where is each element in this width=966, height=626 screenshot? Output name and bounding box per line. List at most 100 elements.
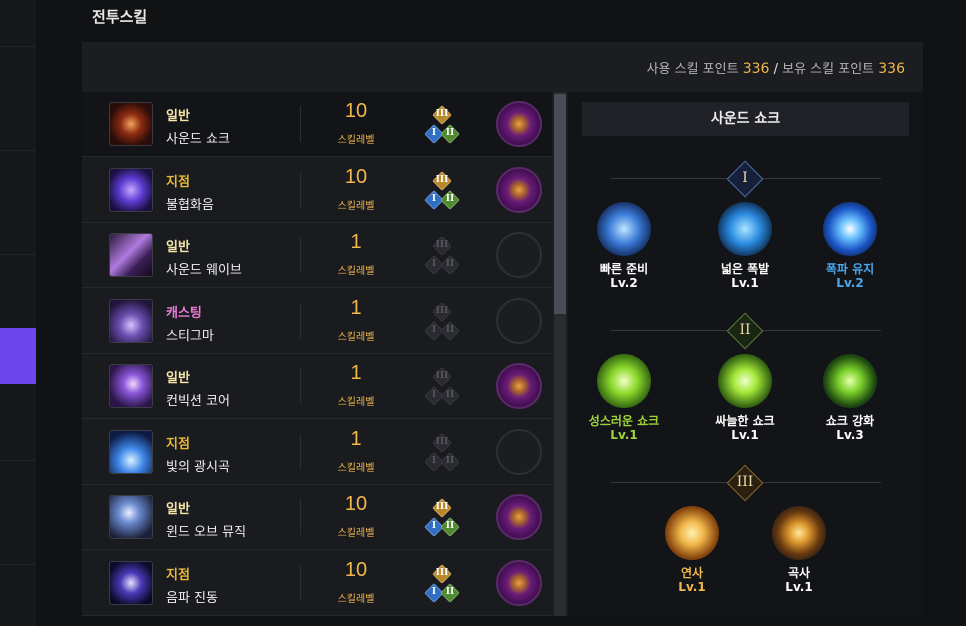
skill-list: 일반 사운드 쇼크 10 스킬레벨 III I II 지점 불협화음 10 스킬레벨 III I II 일반… [82, 92, 552, 616]
tripod-indicator[interactable]: III I II [424, 498, 460, 539]
tripod-indicator[interactable]: III I II [424, 563, 460, 605]
tripod-top-numeral: III [435, 240, 449, 250]
tripod-option-level: Lv.3 [836, 428, 864, 442]
tripod-right-numeral: II [445, 390, 455, 400]
nav-divider [0, 564, 36, 565]
rune-slot-filled[interactable] [496, 166, 542, 213]
skill-level-label: 스킬레벨 [337, 593, 375, 605]
tripod-option[interactable]: 곡사 Lv.1 [744, 506, 854, 618]
skill-type-label: 지점 [166, 567, 190, 583]
skill-panel: 사용 스킬 포인트 336 / 보유 스킬 포인트 336 일반 사운드 쇼크 10… [82, 42, 923, 616]
tripod-option-level: Lv.1 [731, 276, 759, 290]
rune-slot-empty[interactable] [496, 428, 542, 475]
tripod-indicator[interactable]: III I II [424, 367, 460, 408]
skill-level-label: 스킬레벨 [337, 331, 375, 343]
skill-row[interactable]: 지점 빛의 광시곡 1 스킬레벨 III I II [82, 419, 552, 485]
nav-active-item[interactable] [0, 328, 36, 384]
row-divider [300, 171, 301, 208]
skill-row[interactable]: 캐스팅 스티그마 1 스킬레벨 III I II [82, 288, 552, 354]
skill-level-value: 1 [350, 362, 362, 384]
points-separator: / [773, 62, 778, 77]
tripod-option[interactable]: 쇼크 강화 Lv.3 [795, 354, 905, 466]
tripod-indicator[interactable]: III I II [424, 236, 460, 277]
skill-name: 윈드 오브 뮤직 [166, 525, 247, 540]
tripod-option-name: 넓은 폭발 [720, 262, 770, 276]
used-points-label: 사용 스킬 포인트 [646, 62, 739, 77]
rune-slot-filled[interactable] [496, 363, 542, 409]
rune-slot-empty[interactable] [496, 232, 542, 278]
skill-name: 빛의 광시곡 [166, 459, 230, 475]
tripod-indicator[interactable]: III I II [424, 432, 460, 474]
nav-divider [0, 254, 36, 255]
snowflake-icon [718, 354, 772, 408]
nav-divider [0, 46, 36, 47]
holy-sun-icon [597, 354, 651, 408]
blue-burst-icon [823, 202, 877, 256]
skill-name: 스티그마 [166, 328, 214, 344]
skill-name: 음파 진동 [166, 590, 218, 606]
row-divider [300, 564, 301, 601]
skill-level-label: 스킬레벨 [337, 528, 375, 539]
skill-level-value: 1 [350, 427, 362, 450]
scrollbar-thumb[interactable] [554, 94, 566, 314]
tripod-top-numeral: III [435, 436, 449, 447]
skill-row[interactable]: 일반 사운드 쇼크 10 스킬레벨 III I II [82, 92, 552, 157]
skill-level-label: 스킬레벨 [337, 266, 375, 277]
skill-icon [109, 167, 153, 212]
rune-slot-empty[interactable] [496, 297, 542, 344]
tripod-option[interactable]: 성스러운 쇼크 Lv.1 [569, 354, 679, 466]
tripod-left-numeral: I [431, 455, 437, 466]
skill-icon [109, 364, 153, 408]
tripod-option[interactable]: 폭파 유지 Lv.2 [795, 202, 905, 314]
tripod-left-numeral: I [431, 521, 437, 531]
tier-numeral: II [739, 322, 751, 338]
tripod-indicator[interactable]: III I II [424, 170, 460, 212]
skill-name: 사운드 웨이브 [166, 263, 242, 278]
left-nav-strip [0, 0, 36, 626]
skill-icon [109, 298, 153, 343]
tripod-indicator[interactable]: III I II [424, 301, 460, 343]
row-divider [300, 499, 301, 535]
tripod-option-name: 쇼크 강화 [825, 414, 875, 428]
skill-row[interactable]: 지점 음파 진동 10 스킬레벨 III I II [82, 550, 552, 616]
arc-missile-icon [772, 506, 826, 560]
skill-level-value: 10 [344, 165, 368, 188]
skill-name: 사운드 쇼크 [166, 132, 230, 147]
tripod-indicator[interactable]: III I II [424, 105, 460, 146]
skill-type-label: 지점 [166, 436, 190, 452]
tripod-option[interactable]: 싸늘한 쇼크 Lv.1 [690, 354, 800, 466]
skill-row[interactable]: 일반 컨빅션 코어 1 스킬레벨 III I II [82, 354, 552, 419]
tripod-option[interactable]: 연사 Lv.1 [637, 506, 747, 618]
tripod-option[interactable]: 빠른 준비 Lv.2 [569, 202, 679, 314]
row-divider [300, 237, 301, 273]
tripod-right-numeral: II [445, 521, 455, 531]
rune-slot-filled[interactable] [496, 559, 542, 606]
tripod-detail-panel: 사운드 쇼크 I 빠른 준비 Lv.2 넓은 폭발 Lv.1 폭파 유지 Lv.2 II 성스러… [568, 92, 923, 616]
skill-level-value: 10 [344, 100, 368, 122]
tripod-top-numeral: III [435, 371, 449, 381]
skill-type-label: 일반 [166, 371, 190, 386]
rune-slot-filled[interactable] [496, 494, 542, 540]
tripod-right-numeral: II [445, 324, 455, 335]
skill-icon [109, 102, 153, 146]
skill-row[interactable]: 일반사운드 웨이브 1 스킬레벨 III I II [82, 223, 552, 288]
skill-row[interactable]: 지점 불협화음 10 스킬레벨 III I II [82, 157, 552, 223]
rapid-fire-icon [665, 506, 719, 560]
skill-row[interactable]: 일반 윈드 오브 뮤직 10 스킬레벨 III I II [82, 485, 552, 550]
tripod-option-name: 성스러운 쇼크 [588, 414, 660, 428]
skill-level-value: 1 [350, 231, 362, 253]
skill-icon [109, 233, 153, 277]
tripod-top-numeral: III [435, 305, 449, 316]
expand-arrows-icon [718, 202, 772, 256]
skill-type-label: 일반 [166, 240, 190, 255]
tripod-option-name: 곡사 [787, 566, 811, 580]
tripod-option-level: Lv.1 [678, 580, 706, 594]
tripod-right-numeral: II [445, 193, 455, 204]
rune-slot-filled[interactable] [496, 101, 542, 147]
tripod-option-name: 폭파 유지 [825, 262, 875, 276]
tripod-left-numeral: I [431, 128, 437, 138]
tripod-option-name: 빠른 준비 [599, 262, 649, 276]
tripod-right-numeral: II [445, 128, 455, 138]
tripod-option[interactable]: 넓은 폭발 Lv.1 [690, 202, 800, 314]
skill-level-value: 10 [344, 493, 368, 515]
